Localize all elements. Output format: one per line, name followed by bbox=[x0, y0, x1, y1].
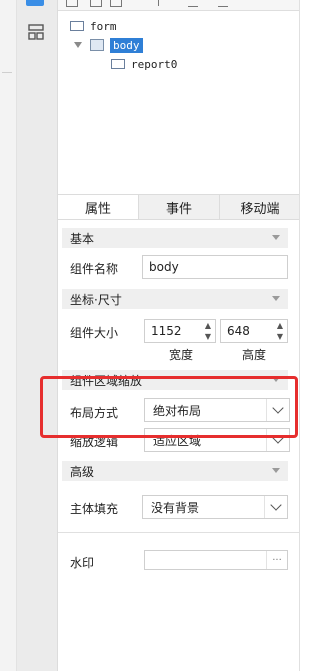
tree-node-form[interactable]: form bbox=[70, 17, 117, 35]
left-panel-edge bbox=[0, 0, 17, 671]
tab-events[interactable]: 事件 bbox=[138, 195, 219, 219]
toolbar-icon[interactable] bbox=[66, 0, 78, 7]
chevron-down-icon bbox=[272, 235, 280, 240]
section-advanced[interactable]: 高级 bbox=[62, 461, 288, 481]
body-fill-label: 主体填充 bbox=[70, 502, 119, 516]
component-name-input[interactable]: body bbox=[142, 255, 288, 279]
add-component-button[interactable] bbox=[26, 0, 44, 6]
width-input[interactable]: 1152 ▲ ▼ bbox=[144, 319, 216, 343]
height-stepper[interactable]: ▲ ▼ bbox=[273, 320, 287, 342]
stepper-up-icon[interactable]: ▲ bbox=[273, 320, 287, 331]
section-title: 高级 bbox=[70, 464, 95, 479]
component-name-label: 组件名称 bbox=[70, 262, 119, 276]
more-button[interactable]: ··· bbox=[266, 551, 287, 569]
toolbar-icon[interactable] bbox=[188, 0, 198, 7]
tree-node-report[interactable]: report0 bbox=[111, 55, 177, 73]
property-tabs: 属性 事件 移动端 bbox=[58, 194, 300, 220]
form-icon bbox=[70, 21, 84, 31]
chevron-down-icon[interactable] bbox=[264, 496, 287, 518]
section-title: 坐标·尺寸 bbox=[70, 292, 122, 307]
top-toolbar bbox=[58, 0, 300, 11]
tree-node-label: report0 bbox=[131, 57, 178, 71]
body-icon bbox=[90, 39, 104, 51]
stepper-down-icon[interactable]: ▼ bbox=[273, 331, 287, 342]
height-input[interactable]: 648 ▲ ▼ bbox=[220, 319, 288, 343]
body-fill-value: 没有背景 bbox=[151, 500, 200, 515]
watermark-label: 水印 bbox=[70, 556, 95, 570]
watermark-input[interactable]: ··· bbox=[144, 550, 288, 570]
chevron-down-icon bbox=[272, 468, 280, 473]
width-caption: 宽度 bbox=[169, 348, 194, 362]
layout-icon[interactable] bbox=[28, 24, 44, 40]
component-size-label: 组件大小 bbox=[70, 326, 119, 340]
highlight-box bbox=[40, 376, 298, 438]
body-fill-select[interactable]: 没有背景 bbox=[142, 495, 288, 519]
tab-properties[interactable]: 属性 bbox=[58, 195, 138, 219]
report-icon bbox=[111, 59, 125, 69]
toolbar-icon[interactable] bbox=[90, 0, 102, 7]
expand-caret-icon[interactable] bbox=[74, 42, 82, 48]
section-coords[interactable]: 坐标·尺寸 bbox=[62, 289, 288, 309]
section-title: 基本 bbox=[70, 231, 95, 246]
toolbar-icon[interactable] bbox=[218, 0, 228, 7]
toolbar-icon[interactable] bbox=[158, 0, 169, 6]
section-basic[interactable]: 基本 bbox=[62, 228, 288, 248]
stepper-up-icon[interactable]: ▲ bbox=[201, 320, 215, 331]
width-value: 1152 bbox=[151, 324, 182, 338]
tree-node-label: body bbox=[110, 37, 143, 53]
left-toolbar bbox=[17, 0, 58, 671]
chevron-down-icon bbox=[272, 296, 280, 301]
stepper-down-icon[interactable]: ▼ bbox=[201, 331, 215, 342]
tree-node-body[interactable]: body bbox=[74, 36, 143, 54]
divider bbox=[58, 532, 300, 533]
panel-border bbox=[299, 0, 300, 671]
width-stepper[interactable]: ▲ ▼ bbox=[201, 320, 215, 342]
tree-node-label: form bbox=[90, 19, 117, 33]
height-caption: 高度 bbox=[242, 348, 267, 362]
toolbar-icon[interactable] bbox=[110, 0, 122, 7]
tab-mobile[interactable]: 移动端 bbox=[219, 195, 300, 219]
height-value: 648 bbox=[227, 324, 250, 338]
